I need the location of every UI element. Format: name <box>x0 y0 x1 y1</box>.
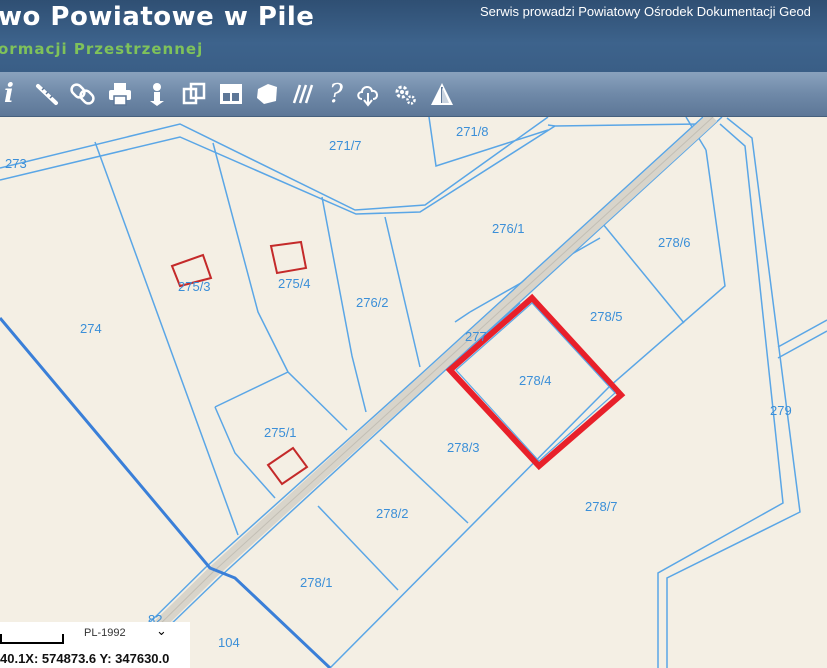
parcel-label: 278/3 <box>447 440 480 455</box>
parcel-label: 278/5 <box>590 309 623 324</box>
parcel-label: 278/2 <box>376 506 409 521</box>
map-toolbar: i ? <box>0 72 827 117</box>
hatch-tool-button[interactable] <box>288 78 318 110</box>
chevron-down-icon[interactable]: ⌄ <box>156 624 167 639</box>
parcel-label: 275/1 <box>264 425 297 440</box>
area-tool-button[interactable] <box>252 78 282 110</box>
crs-selector[interactable]: PL-1992 <box>84 627 126 639</box>
scale-bar <box>0 634 64 644</box>
parcel-label: 279 <box>770 403 792 418</box>
download-tool-button[interactable] <box>353 78 383 110</box>
app-header: wo Powiatowe w Pile ormacji Przestrzenne… <box>0 0 827 72</box>
layers-icon <box>182 82 206 105</box>
parcel-label: 278/7 <box>585 499 618 514</box>
service-provider-text: Serwis prowadzi Powiatowy Ośrodek Dokume… <box>480 4 811 19</box>
area-icon <box>257 84 277 104</box>
parcel-label: 271/8 <box>456 124 489 139</box>
parcel-label: 276/2 <box>356 295 389 310</box>
parcel-label: 278/1 <box>300 575 333 590</box>
link-icon <box>70 83 95 105</box>
parcel-label: 271/7 <box>329 138 362 153</box>
map-svg[interactable]: 273 271/7 271/8 276/1 278/6 275/3 275/4 … <box>0 117 827 668</box>
parcel-label: 274 <box>80 321 102 336</box>
parcel-label: 104 <box>218 635 240 650</box>
app-title: wo Powiatowe w Pile <box>0 2 315 32</box>
layout-tool-button[interactable] <box>216 78 246 110</box>
parcel-label: 275/3 <box>178 279 211 294</box>
parcel-label: 276/1 <box>492 221 525 236</box>
cursor-coordinates: 40.1X: 574873.6 Y: 347630.0 <box>0 650 190 668</box>
help-tool-button[interactable]: ? <box>321 78 351 110</box>
cloud-download-icon <box>357 86 378 107</box>
layers-tool-button[interactable] <box>179 78 209 110</box>
info-icon: i <box>4 79 14 109</box>
warning-tool-button[interactable] <box>427 78 457 110</box>
gear-icon <box>395 85 416 105</box>
parcel-label: 278/6 <box>658 235 691 250</box>
identify-tool-button[interactable] <box>142 78 172 110</box>
link-tool-button[interactable] <box>68 78 98 110</box>
ruler-icon <box>36 84 58 105</box>
parcel-label: 275/4 <box>278 276 311 291</box>
info-tool-button[interactable]: i <box>0 78 24 110</box>
parcel-label: 273 <box>5 156 27 171</box>
warning-icon <box>431 83 453 105</box>
printer-icon <box>109 83 131 106</box>
settings-tool-button[interactable] <box>390 78 420 110</box>
print-tool-button[interactable] <box>105 78 135 110</box>
hatch-icon <box>292 84 314 104</box>
map-canvas[interactable]: 273 271/7 271/8 276/1 278/6 275/3 275/4 … <box>0 117 827 668</box>
parcel-label: 278/4 <box>519 373 552 388</box>
measure-tool-button[interactable] <box>32 78 62 110</box>
parcel-label: 277 <box>465 329 487 344</box>
help-icon: ? <box>329 79 343 109</box>
identify-icon <box>150 83 164 106</box>
layout-icon <box>220 84 242 104</box>
app-subtitle: ormacji Przestrzennej <box>0 40 204 58</box>
